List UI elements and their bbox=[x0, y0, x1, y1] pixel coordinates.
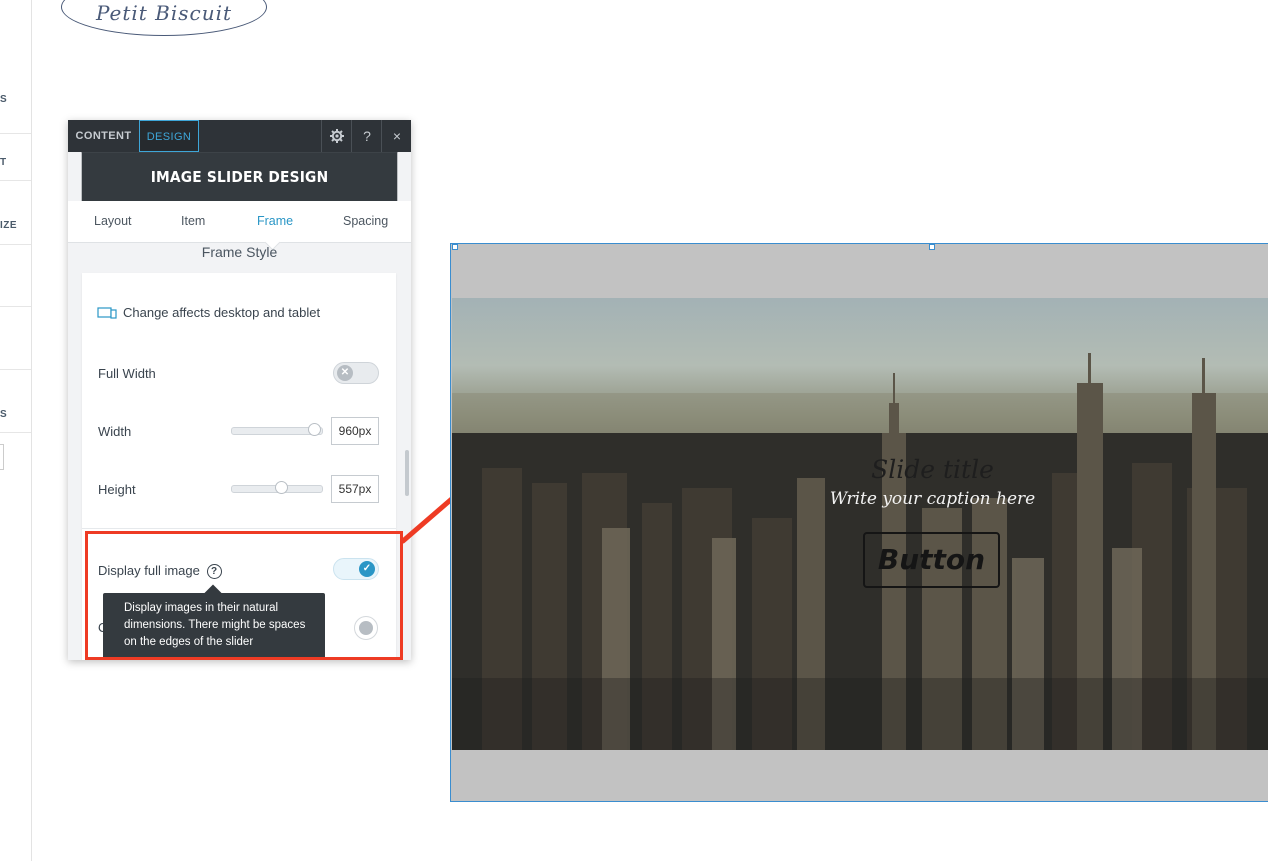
full-width-label: Full Width bbox=[98, 366, 156, 381]
close-icon[interactable]: × bbox=[381, 120, 411, 152]
city-skyline-image bbox=[452, 353, 1268, 750]
width-input[interactable]: 960px bbox=[331, 417, 379, 445]
tab-frame[interactable]: Frame bbox=[257, 201, 293, 242]
close-icon: ✕ bbox=[337, 365, 353, 381]
resize-handle[interactable] bbox=[452, 244, 458, 250]
editor-sidebar: S T IZE S bbox=[0, 0, 32, 861]
divider bbox=[82, 528, 396, 529]
image-slider-element[interactable]: Slide title Write your caption here Butt… bbox=[450, 243, 1268, 802]
panel-scrollbar[interactable] bbox=[405, 450, 409, 496]
full-width-toggle[interactable]: ✕ bbox=[333, 362, 379, 384]
devices-icon bbox=[97, 307, 117, 319]
panel-title: IMAGE SLIDER DESIGN bbox=[81, 152, 398, 201]
device-notice: Change affects desktop and tablet bbox=[123, 305, 321, 320]
gear-icon[interactable] bbox=[321, 120, 352, 152]
site-logo[interactable]: Petit Biscuit bbox=[61, 0, 267, 36]
tab-content[interactable]: CONTENT bbox=[68, 120, 139, 152]
divider bbox=[0, 133, 31, 134]
divider bbox=[0, 180, 31, 181]
panel-topbar: CONTENT DESIGN ? × bbox=[68, 120, 411, 152]
tab-design[interactable]: DESIGN bbox=[139, 120, 199, 152]
sidebar-item-2[interactable]: T bbox=[0, 157, 7, 168]
slide-image bbox=[452, 298, 1268, 750]
sidebar-control[interactable] bbox=[0, 444, 4, 470]
width-label: Width bbox=[98, 424, 132, 439]
annotation-highlight-box bbox=[85, 531, 403, 660]
sidebar-item-4[interactable]: S bbox=[0, 409, 7, 420]
width-slider[interactable] bbox=[231, 423, 323, 436]
design-sub-tabs: Layout Item Frame Spacing bbox=[68, 201, 411, 243]
tab-item[interactable]: Item bbox=[181, 201, 205, 242]
sidebar-item-3[interactable]: IZE bbox=[0, 220, 17, 231]
sidebar-item-1[interactable]: S bbox=[0, 94, 7, 105]
height-label: Height bbox=[98, 482, 136, 497]
divider bbox=[0, 306, 31, 307]
width-slider-thumb[interactable] bbox=[308, 423, 321, 436]
slide-title[interactable]: Slide title bbox=[451, 455, 1268, 484]
height-input[interactable]: 557px bbox=[331, 475, 379, 503]
slide-button[interactable]: Button bbox=[863, 532, 1000, 588]
divider bbox=[0, 432, 31, 433]
height-slider-thumb[interactable] bbox=[275, 481, 288, 494]
section-title: Frame Style bbox=[201, 244, 278, 260]
divider bbox=[0, 369, 31, 370]
divider bbox=[0, 244, 31, 245]
logo-text: Petit Biscuit bbox=[95, 1, 233, 25]
tab-spacing[interactable]: Spacing bbox=[343, 201, 388, 242]
slide-caption[interactable]: Write your caption here bbox=[451, 489, 1268, 509]
help-icon[interactable]: ? bbox=[351, 120, 382, 152]
height-slider[interactable] bbox=[231, 481, 323, 494]
resize-handle[interactable] bbox=[929, 244, 935, 250]
tab-layout[interactable]: Layout bbox=[94, 201, 132, 242]
